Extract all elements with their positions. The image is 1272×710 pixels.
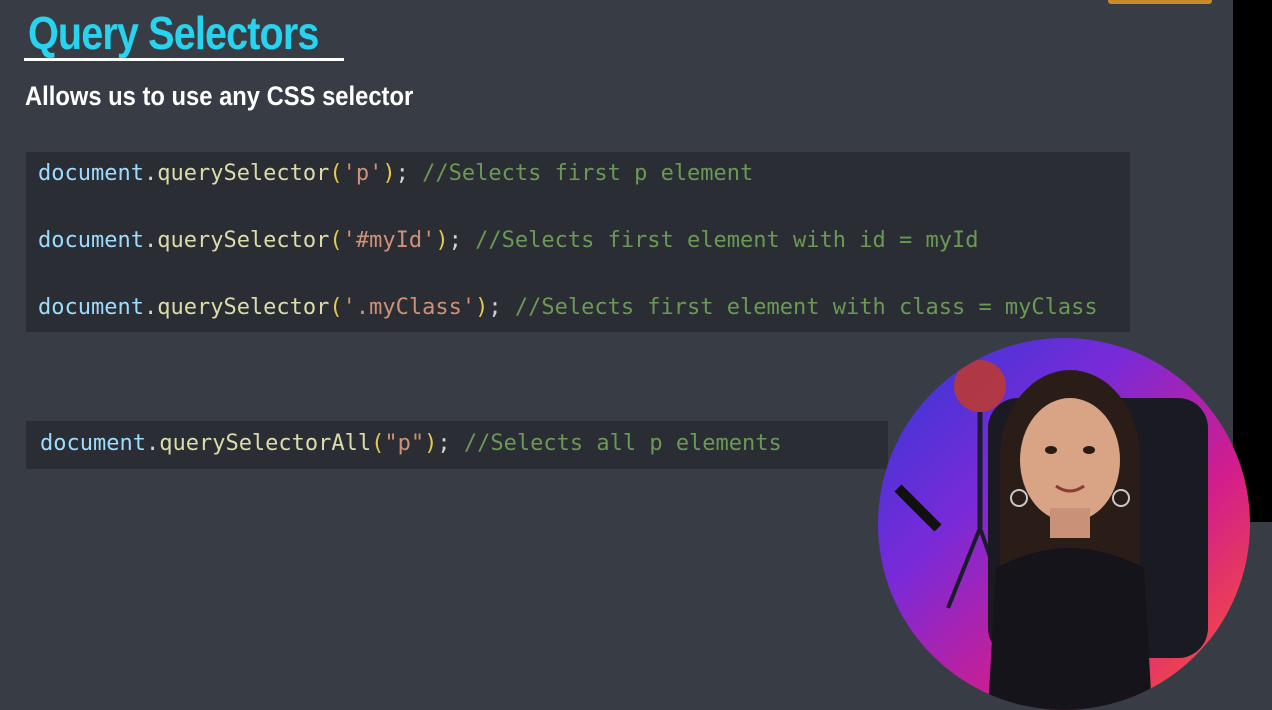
code-dot: . xyxy=(143,228,158,253)
code-function: querySelector xyxy=(157,228,330,253)
code-paren-open: ( xyxy=(329,161,343,186)
code-line: document.querySelector('#myId'); //Selec… xyxy=(38,227,978,255)
code-semicolon: ; xyxy=(437,431,451,456)
code-string: '.myClass' xyxy=(342,295,476,320)
code-function: querySelectorAll xyxy=(159,431,372,456)
code-comment: //Selects first element with class = myC… xyxy=(514,295,1098,320)
title-underline xyxy=(24,58,344,61)
code-object: document xyxy=(38,161,144,186)
right-edge-strip xyxy=(1233,0,1272,522)
code-string: "p" xyxy=(384,431,425,456)
code-dot: . xyxy=(145,431,160,456)
code-string: 'p' xyxy=(342,161,383,186)
code-paren-close: ) xyxy=(435,228,449,253)
code-dot: . xyxy=(143,161,158,186)
code-paren-close: ) xyxy=(424,431,438,456)
code-paren-open: ( xyxy=(329,295,343,320)
code-dot: . xyxy=(143,295,158,320)
code-object: document xyxy=(40,431,146,456)
code-paren-open: ( xyxy=(329,228,343,253)
code-function: querySelector xyxy=(157,161,330,186)
channel-logo-fragment xyxy=(1108,0,1212,4)
code-object: document xyxy=(38,295,144,320)
code-block-queryselector: document.querySelector('p'); //Selects f… xyxy=(26,152,1130,332)
code-comment: //Selects first p element xyxy=(422,161,754,186)
code-comment: //Selects first element with id = myId xyxy=(475,228,979,253)
code-string: '#myId' xyxy=(342,228,436,253)
slide-title: Query Selectors xyxy=(28,7,319,59)
code-object: document xyxy=(38,228,144,253)
code-line: document.querySelector('p'); //Selects f… xyxy=(38,160,753,188)
presenter-webcam-image xyxy=(878,338,1250,710)
presenter-illustration xyxy=(894,360,1208,710)
code-paren-close: ) xyxy=(475,295,489,320)
code-semicolon: ; xyxy=(448,228,462,253)
code-line: document.querySelector('.myClass'); //Se… xyxy=(38,294,1098,322)
code-block-queryselectorall: document.querySelectorAll("p"); //Select… xyxy=(26,421,888,469)
slide-subtitle: Allows us to use any CSS selector xyxy=(25,81,414,111)
code-semicolon: ; xyxy=(395,161,409,186)
code-semicolon: ; xyxy=(488,295,502,320)
code-paren-open: ( xyxy=(371,431,385,456)
code-comment: //Selects all p elements xyxy=(463,431,782,456)
code-function: querySelector xyxy=(157,295,330,320)
code-paren-close: ) xyxy=(382,161,396,186)
code-line: document.querySelectorAll("p"); //Select… xyxy=(40,430,782,458)
